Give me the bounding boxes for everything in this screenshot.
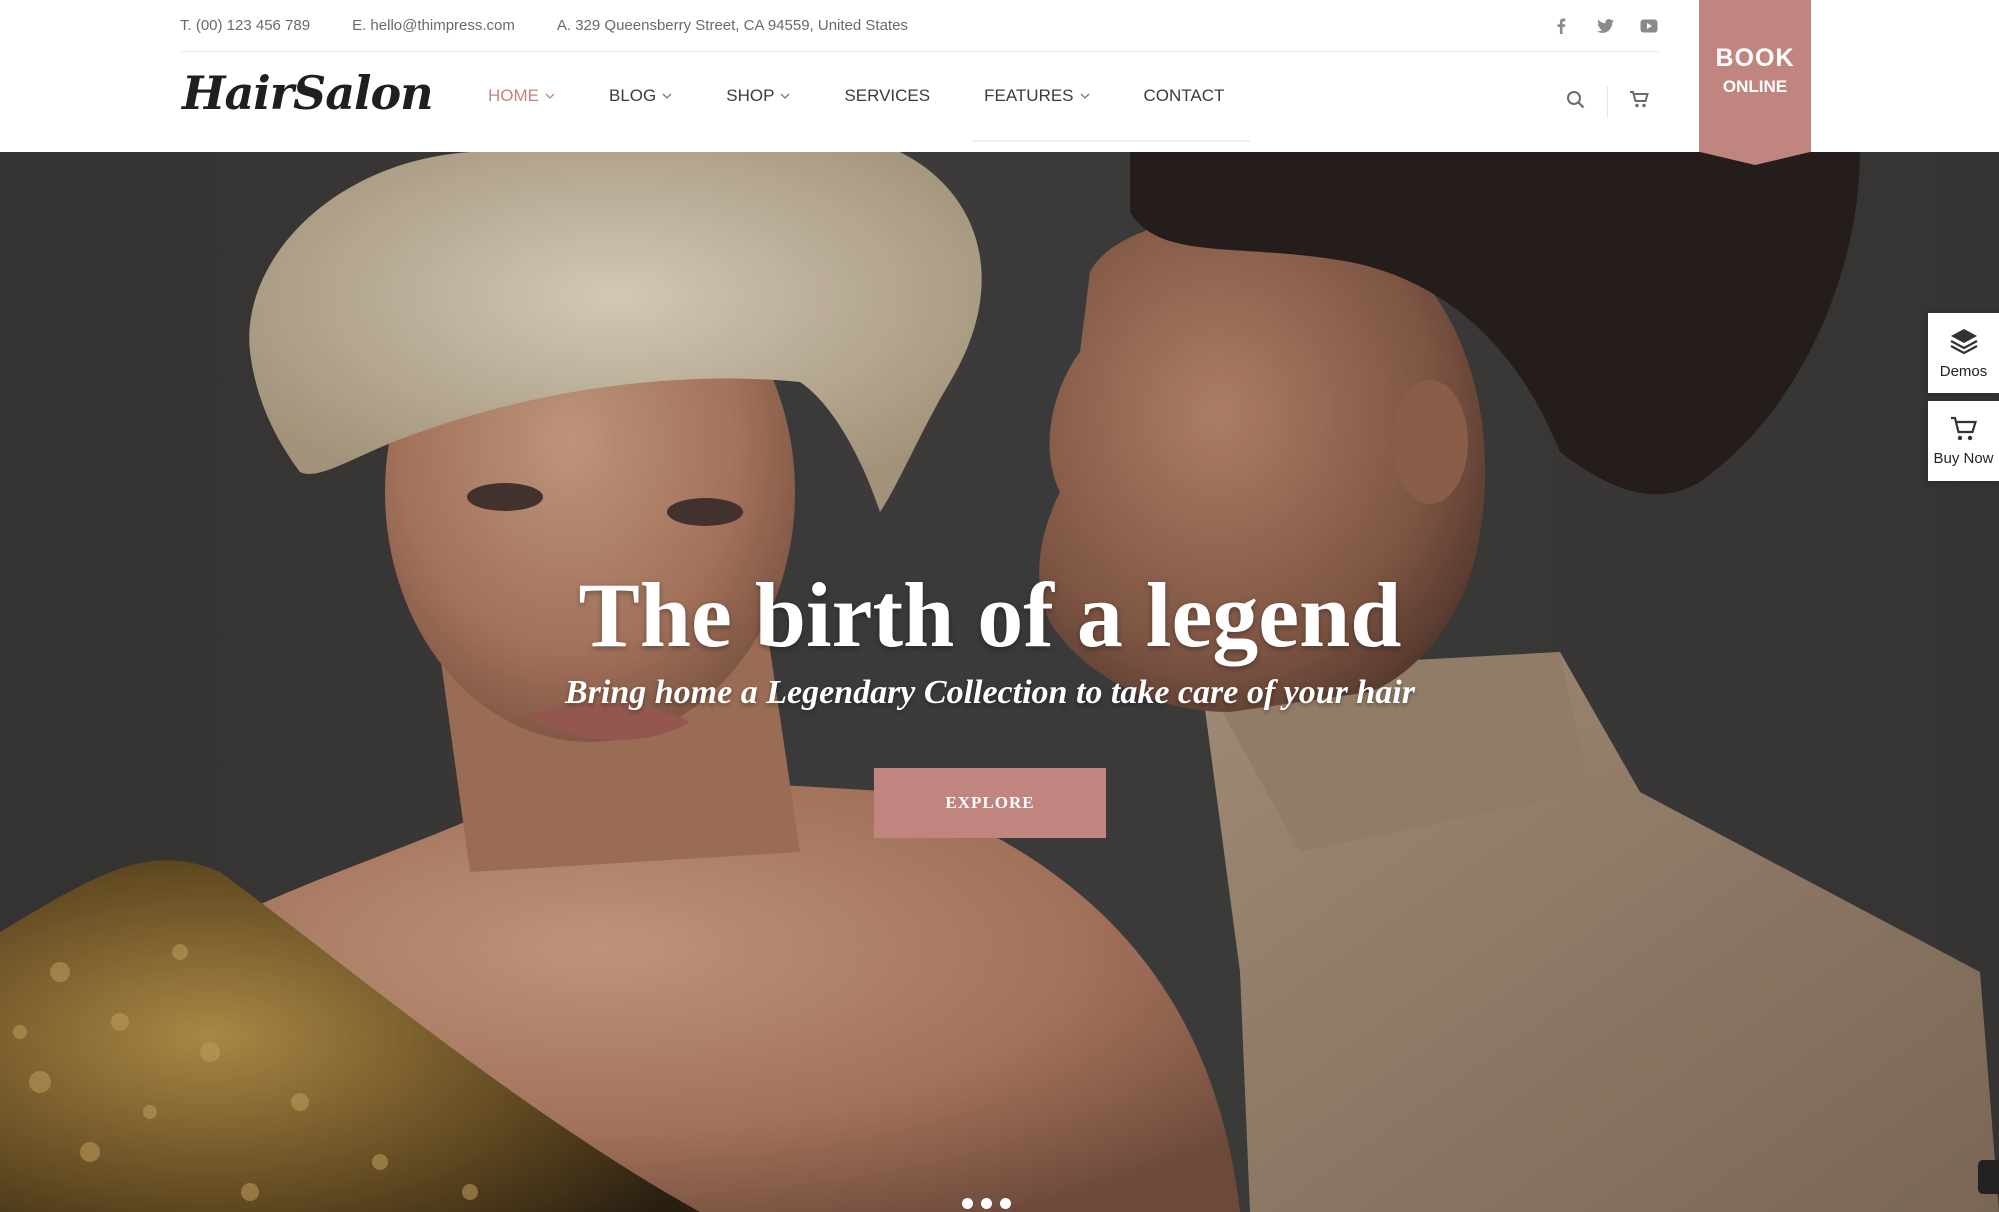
facebook-icon[interactable] bbox=[1552, 17, 1570, 35]
slider-dot[interactable] bbox=[1000, 1198, 1011, 1209]
slider-dots bbox=[962, 1198, 1011, 1209]
nav-item-contact[interactable]: CONTACT bbox=[1144, 86, 1225, 106]
hero-slider: The birth of a legend Bring home a Legen… bbox=[0, 152, 1999, 1212]
twitter-icon[interactable] bbox=[1596, 17, 1614, 35]
hero-headline: The birth of a legend bbox=[578, 564, 1402, 666]
nav-item-features[interactable]: FEATURES bbox=[984, 86, 1089, 106]
chevron-down-icon bbox=[1080, 93, 1090, 99]
layers-icon bbox=[1949, 327, 1979, 359]
nav-divider bbox=[972, 140, 1250, 142]
slider-dot[interactable] bbox=[962, 1198, 973, 1209]
youtube-icon[interactable] bbox=[1640, 17, 1658, 35]
nav-label: SHOP bbox=[726, 86, 775, 105]
explore-button[interactable]: EXPLORE bbox=[874, 768, 1106, 838]
chat-tab[interactable] bbox=[1978, 1160, 1999, 1194]
nav-label: SERVICES bbox=[844, 86, 931, 105]
phone-info: T. (00) 123 456 789 bbox=[180, 17, 311, 34]
cart-icon bbox=[1950, 416, 1978, 446]
slider-dot[interactable] bbox=[981, 1198, 992, 1209]
main-nav: HOME BLOG SHOP SERVICES FEATURES CONTACT bbox=[488, 86, 1278, 106]
buy-now-widget[interactable]: Buy Now bbox=[1928, 401, 1999, 481]
online-label: ONLINE bbox=[1722, 77, 1788, 96]
chevron-down-icon bbox=[545, 93, 555, 99]
book-label: BOOK bbox=[1715, 44, 1795, 72]
hero-subline: Bring home a Legendary Collection to tak… bbox=[565, 674, 1415, 711]
nav-item-blog[interactable]: BLOG bbox=[609, 86, 672, 106]
chevron-down-icon bbox=[662, 93, 672, 99]
demos-label: Demos bbox=[1939, 362, 1988, 380]
nav-item-shop[interactable]: SHOP bbox=[726, 86, 790, 106]
book-online-button[interactable]: BOOK ONLINE bbox=[1699, 0, 1811, 165]
search-icon[interactable] bbox=[1566, 90, 1585, 114]
header-tools bbox=[1566, 86, 1649, 118]
email-info[interactable]: E. hello@thimpress.com bbox=[352, 17, 515, 34]
demos-widget[interactable]: Demos bbox=[1928, 313, 1999, 393]
address-info: A. 329 Queensberry Street, CA 94559, Uni… bbox=[556, 17, 908, 34]
site-logo[interactable]: HairSalon bbox=[182, 66, 434, 120]
buy-now-label: Buy Now bbox=[1933, 449, 1994, 467]
chevron-down-icon bbox=[780, 93, 790, 99]
nav-item-home[interactable]: HOME bbox=[488, 86, 555, 106]
nav-label: FEATURES bbox=[984, 86, 1074, 105]
nav-label: BLOG bbox=[609, 86, 657, 105]
social-links bbox=[1552, 17, 1660, 35]
nav-label: HOME bbox=[488, 86, 539, 105]
tools-separator bbox=[1607, 86, 1608, 118]
nav-item-services[interactable]: SERVICES bbox=[844, 86, 930, 106]
cart-icon[interactable] bbox=[1630, 91, 1649, 113]
nav-label: CONTACT bbox=[1143, 86, 1225, 105]
top-info-bar: T. (00) 123 456 789 E. hello@thimpress.c… bbox=[180, 0, 1660, 52]
